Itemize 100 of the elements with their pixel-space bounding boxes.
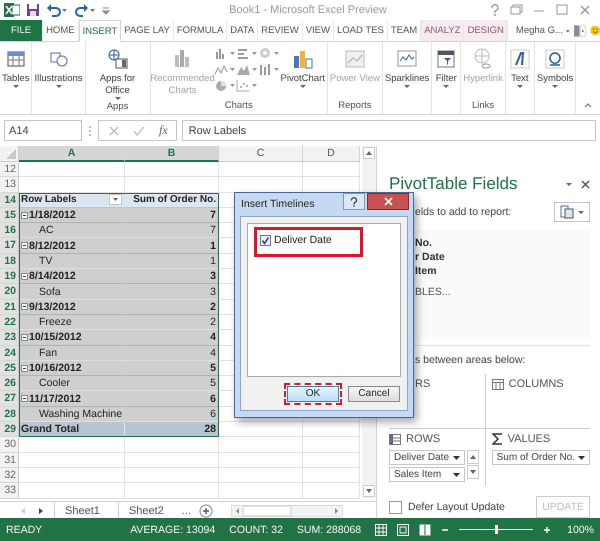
row-number[interactable]: 16: [0, 223, 19, 238]
column-header[interactable]: B: [125, 146, 219, 162]
user-account-button[interactable]: Megha G...: [508, 20, 565, 41]
empty-cell[interactable]: [125, 452, 219, 468]
row-number[interactable]: 27: [0, 391, 19, 407]
caret-icon[interactable]: [565, 180, 573, 188]
empty-cell[interactable]: [303, 422, 360, 438]
hierarchy-chart-icon[interactable]: [258, 46, 280, 60]
collapse-icon[interactable]: [21, 212, 28, 219]
empty-cell[interactable]: [303, 437, 360, 453]
empty-cell[interactable]: [303, 468, 360, 484]
smiley-icon[interactable]: [590, 23, 600, 38]
bar-chart-icon[interactable]: [236, 46, 258, 60]
close-button[interactable]: [367, 193, 409, 210]
area-field-dropdown[interactable]: Sum of Order No.: [492, 450, 590, 465]
empty-cell[interactable]: [219, 468, 303, 484]
user-picture-icon[interactable]: [574, 22, 580, 38]
area-field-dropdown[interactable]: Sales Item: [389, 467, 465, 482]
name-box[interactable]: A14: [4, 120, 82, 141]
dialog-button[interactable]: OK: [287, 386, 339, 402]
row-number[interactable]: 29: [0, 422, 19, 438]
ribbon-tab[interactable]: DATA: [227, 20, 258, 41]
empty-cell[interactable]: [303, 162, 360, 178]
maximize-icon[interactable]: [555, 4, 569, 16]
scroll-down-icon[interactable]: [363, 485, 375, 497]
empty-cell[interactable]: [219, 162, 303, 178]
zoom-slider-thumb[interactable]: [495, 525, 498, 534]
row-number[interactable]: 19: [0, 269, 19, 284]
collapse-icon[interactable]: [21, 242, 28, 250]
row-number[interactable]: 26: [0, 376, 19, 392]
collapse-icon[interactable]: [21, 334, 28, 341]
row-number[interactable]: 14: [0, 192, 19, 208]
close-icon[interactable]: [581, 180, 590, 188]
ribbon-tab[interactable]: INSERT: [78, 20, 122, 42]
ribbon-button[interactable]: Tables: [1, 42, 30, 89]
save-icon[interactable]: [26, 3, 40, 17]
field-item[interactable]: Item: [415, 264, 590, 278]
ribbon-tab[interactable]: PAGE LAY: [121, 20, 174, 41]
row-number[interactable]: 24: [0, 346, 19, 361]
ribbon-button[interactable]: PivotChart: [280, 42, 326, 89]
scroll-right-icon[interactable]: [580, 22, 586, 38]
defer-checkbox[interactable]: [389, 500, 402, 514]
more-sheets-button[interactable]: ...: [182, 504, 191, 517]
ribbon-tab[interactable]: LOAD TES: [334, 20, 388, 41]
ribbon-tab[interactable]: ANALYZ: [421, 20, 464, 41]
ribbon-button[interactable]: Sparklines: [384, 42, 430, 89]
ribbon-button[interactable]: Filter: [433, 42, 460, 89]
field-item[interactable]: r Date: [415, 250, 590, 264]
row-number[interactable]: 25: [0, 360, 19, 376]
pie-chart-icon[interactable]: [214, 78, 236, 92]
row-number[interactable]: 12: [0, 162, 19, 178]
column-header[interactable]: A: [19, 146, 125, 162]
row-number[interactable]: 13: [0, 177, 19, 193]
empty-cell[interactable]: [125, 437, 219, 453]
dialog-button[interactable]: Cancel: [348, 386, 400, 402]
ribbon-tab[interactable]: REVIEW: [258, 20, 303, 41]
zoom-in-icon[interactable]: [543, 526, 552, 534]
empty-cell[interactable]: [125, 177, 219, 193]
empty-cell[interactable]: [219, 452, 303, 468]
filter-dropdown-button[interactable]: [109, 194, 122, 206]
add-sheet-icon[interactable]: [198, 504, 213, 518]
more-tables-link[interactable]: BLES...: [415, 286, 590, 298]
row-number[interactable]: 28: [0, 406, 19, 422]
collapse-icon[interactable]: [21, 364, 28, 372]
ribbon-tab[interactable]: VIEW: [302, 20, 334, 41]
zoom-level[interactable]: 100%: [567, 524, 594, 536]
insert-function-button[interactable]: fx: [159, 123, 168, 138]
scroll-up-icon[interactable]: [363, 147, 375, 159]
cancel-icon[interactable]: [109, 126, 119, 136]
ribbon-tab[interactable]: FORMULA: [174, 20, 228, 41]
empty-cell[interactable]: [219, 437, 303, 453]
normal-view-icon[interactable]: [375, 524, 388, 536]
ribbon-tab[interactable]: FILE: [0, 20, 44, 41]
row-number[interactable]: 33: [0, 483, 19, 499]
select-all-button[interactable]: [0, 146, 19, 162]
formula-field[interactable]: Row Labels: [182, 120, 596, 141]
row-number[interactable]: 22: [0, 314, 19, 330]
layout-tools-button[interactable]: [554, 202, 590, 222]
area-field-dropdown[interactable]: Deliver Date: [389, 450, 465, 465]
column-header[interactable]: C: [219, 146, 303, 162]
row-number[interactable]: 23: [0, 330, 19, 346]
stock-chart-icon[interactable]: [258, 62, 280, 76]
ribbon-tab[interactable]: DESIGN: [464, 20, 508, 41]
redo-icon[interactable]: [74, 3, 96, 17]
ribbon-button[interactable]: Illustrations: [33, 42, 84, 89]
column-chart-icon[interactable]: [214, 46, 236, 60]
row-number[interactable]: 15: [0, 208, 19, 224]
empty-cell[interactable]: [125, 162, 219, 178]
ribbon-button[interactable]: Text: [506, 42, 533, 89]
scatter-chart-icon[interactable]: [236, 78, 258, 92]
option-checkbox[interactable]: [260, 234, 271, 246]
help-icon[interactable]: [490, 4, 500, 16]
horizontal-scrollbar[interactable]: [230, 504, 343, 517]
row-number[interactable]: 17: [0, 238, 19, 254]
page-break-icon[interactable]: [419, 524, 432, 536]
undo-icon[interactable]: [46, 3, 68, 17]
column-header[interactable]: D: [303, 146, 360, 162]
ribbon-button[interactable]: Apps for Office: [86, 42, 149, 101]
collapse-icon[interactable]: [21, 272, 28, 280]
restore-icon[interactable]: [509, 4, 523, 16]
